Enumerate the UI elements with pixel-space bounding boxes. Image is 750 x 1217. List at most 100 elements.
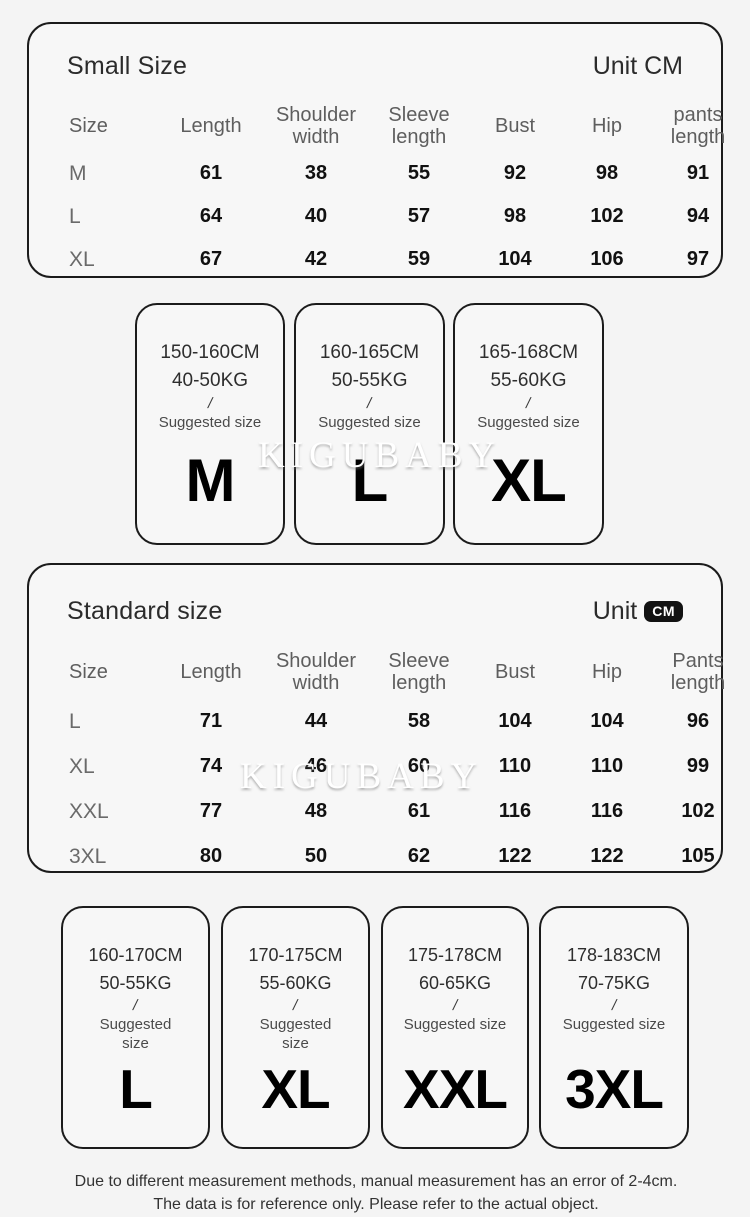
suggestion-card-xl-2: 170-175CM 55-60KG / Suggested size XL bbox=[221, 906, 370, 1149]
suggestion-weight: 50-55KG bbox=[99, 973, 172, 993]
suggestion-height: 178-183CM bbox=[566, 945, 662, 965]
row-size-label: 3XL bbox=[69, 844, 107, 868]
suggestion-card-3xl: 178-183CM 70-75KG / Suggested size 3XL bbox=[539, 906, 689, 1149]
row-size-label: L bbox=[69, 204, 81, 228]
separator-slash: / bbox=[610, 997, 618, 1014]
suggestion-card-m: 150-160CM 40-50KG / Suggested size M bbox=[135, 303, 285, 545]
standard-size-table-header: Standard size Unit CM bbox=[29, 590, 721, 632]
cell-hip: 102 bbox=[590, 205, 624, 227]
suggestion-card-l: 160-165CM 50-55KG / Suggested size L bbox=[294, 303, 445, 545]
cell-pants-length: 99 bbox=[686, 755, 710, 777]
cell-bust: 110 bbox=[498, 755, 532, 777]
separator-slash: / bbox=[131, 997, 140, 1014]
suggestion-label: Suggested size bbox=[158, 414, 262, 431]
cell-hip: 110 bbox=[590, 755, 624, 777]
row-size-label: XL bbox=[69, 754, 95, 778]
suggestion-label: Suggested size bbox=[403, 1016, 507, 1033]
suggestion-weight: 55-60KG bbox=[490, 370, 567, 391]
row-size-label: L bbox=[69, 709, 81, 733]
table-row: L 64 40 57 98 102 94 bbox=[67, 195, 709, 238]
suggestion-label: Suggested size bbox=[477, 414, 580, 431]
column-header-bust: Bust bbox=[494, 661, 536, 683]
suggestion-weight: 55-60KG bbox=[259, 973, 332, 993]
cell-pants-length: 96 bbox=[686, 710, 710, 732]
separator-slash: / bbox=[206, 395, 214, 412]
unit-label: Unit bbox=[592, 596, 638, 625]
table-row: XL 67 42 59 104 106 97 bbox=[67, 238, 709, 281]
standard-size-unit: Unit CM bbox=[593, 597, 683, 626]
cell-hip: 104 bbox=[590, 710, 624, 732]
suggestion-size: 3XL bbox=[565, 1058, 664, 1120]
column-header-hip: Hip bbox=[591, 661, 622, 683]
column-header-sleeve-length: Sleeve length bbox=[388, 650, 450, 694]
column-header-size: Size bbox=[69, 661, 108, 683]
cell-sleeve-length: 55 bbox=[407, 162, 431, 184]
table-row: L 71 44 58 104 104 96 bbox=[67, 699, 709, 744]
cell-sleeve-length: 61 bbox=[407, 800, 431, 822]
suggestion-weight: 70-75KG bbox=[577, 973, 651, 993]
column-header-pants-length: Pants length bbox=[670, 650, 726, 694]
cell-bust: 104 bbox=[498, 248, 532, 270]
column-header-length: Length bbox=[180, 661, 242, 683]
column-header-size: Size bbox=[69, 115, 108, 137]
column-header-pants-length: pants length bbox=[670, 104, 726, 148]
column-header-shoulder-width: Shoulder width bbox=[275, 650, 357, 694]
cell-bust: 98 bbox=[503, 205, 527, 227]
suggestion-label: Suggested size bbox=[318, 414, 421, 431]
suggestion-height: 160-165CM bbox=[319, 342, 420, 363]
suggestion-size: XXL bbox=[403, 1058, 508, 1120]
suggestion-size: M bbox=[185, 447, 236, 514]
cell-shoulder-width: 38 bbox=[304, 162, 328, 184]
suggestion-label: Suggested size bbox=[259, 1016, 332, 1052]
cell-length: 74 bbox=[199, 755, 223, 777]
unit-badge-cm: CM bbox=[644, 600, 683, 622]
small-size-grid: Size Length Shoulder width Sleeve length… bbox=[67, 100, 725, 281]
cell-bust: 92 bbox=[503, 162, 527, 184]
suggestion-card-xl: 165-168CM 55-60KG / Suggested size XL bbox=[453, 303, 604, 545]
cell-length: 80 bbox=[199, 845, 223, 867]
cell-hip: 122 bbox=[590, 845, 624, 867]
table-row: 3XL 80 50 62 122 122 105 bbox=[67, 834, 715, 879]
suggestion-height: 150-160CM bbox=[160, 342, 260, 363]
column-header-length: Length bbox=[180, 115, 242, 137]
separator-slash: / bbox=[524, 395, 533, 412]
standard-size-table-card: Standard size Unit CM Size Length Should… bbox=[27, 563, 725, 873]
cell-length: 61 bbox=[199, 162, 223, 184]
small-size-table-card: Small Size Unit CM Size Length Shoulder … bbox=[27, 22, 725, 281]
standard-size-header-row: Size Length Shoulder width Sleeve length… bbox=[67, 645, 725, 699]
cell-shoulder-width: 44 bbox=[304, 710, 328, 732]
small-size-header-row: Size Length Shoulder width Sleeve length… bbox=[67, 100, 725, 152]
suggestion-size: XL bbox=[261, 1058, 330, 1120]
cell-bust: 104 bbox=[498, 710, 532, 732]
column-header-shoulder-width: Shoulder width bbox=[275, 104, 357, 148]
suggestion-weight: 40-50KG bbox=[171, 370, 249, 391]
suggestion-height: 175-178CM bbox=[407, 945, 503, 965]
cell-length: 71 bbox=[199, 710, 223, 732]
suggestion-height: 160-170CM bbox=[88, 945, 183, 965]
standard-size-title: Standard size bbox=[67, 596, 223, 625]
cell-sleeve-length: 57 bbox=[407, 205, 431, 227]
cell-sleeve-length: 58 bbox=[407, 710, 431, 732]
cell-sleeve-length: 62 bbox=[407, 845, 431, 867]
separator-slash: / bbox=[451, 997, 459, 1014]
measurement-disclaimer: Due to different measurement methods, ma… bbox=[74, 1173, 678, 1213]
suggestion-height: 165-168CM bbox=[478, 342, 579, 363]
suggestion-size: XL bbox=[491, 447, 567, 514]
cell-shoulder-width: 40 bbox=[304, 205, 328, 227]
column-header-hip: Hip bbox=[591, 115, 622, 137]
cell-length: 77 bbox=[199, 800, 223, 822]
suggestion-weight: 60-65KG bbox=[418, 973, 492, 993]
suggestion-height: 170-175CM bbox=[248, 945, 343, 965]
cell-sleeve-length: 60 bbox=[407, 755, 431, 777]
suggestion-size: L bbox=[119, 1058, 153, 1120]
standard-size-grid: Size Length Shoulder width Sleeve length… bbox=[67, 645, 725, 879]
separator-slash: / bbox=[291, 997, 300, 1014]
suggestion-size: L bbox=[351, 447, 389, 514]
table-row: XL 74 46 60 110 110 99 bbox=[67, 744, 709, 789]
size-chart-page: Small Size Unit CM Size Length Shoulder … bbox=[0, 0, 750, 1217]
row-size-label: XXL bbox=[69, 799, 109, 823]
cell-bust: 116 bbox=[498, 800, 532, 822]
column-header-sleeve-length: Sleeve length bbox=[388, 104, 450, 148]
cell-length: 64 bbox=[199, 205, 223, 227]
cell-shoulder-width: 50 bbox=[304, 845, 328, 867]
